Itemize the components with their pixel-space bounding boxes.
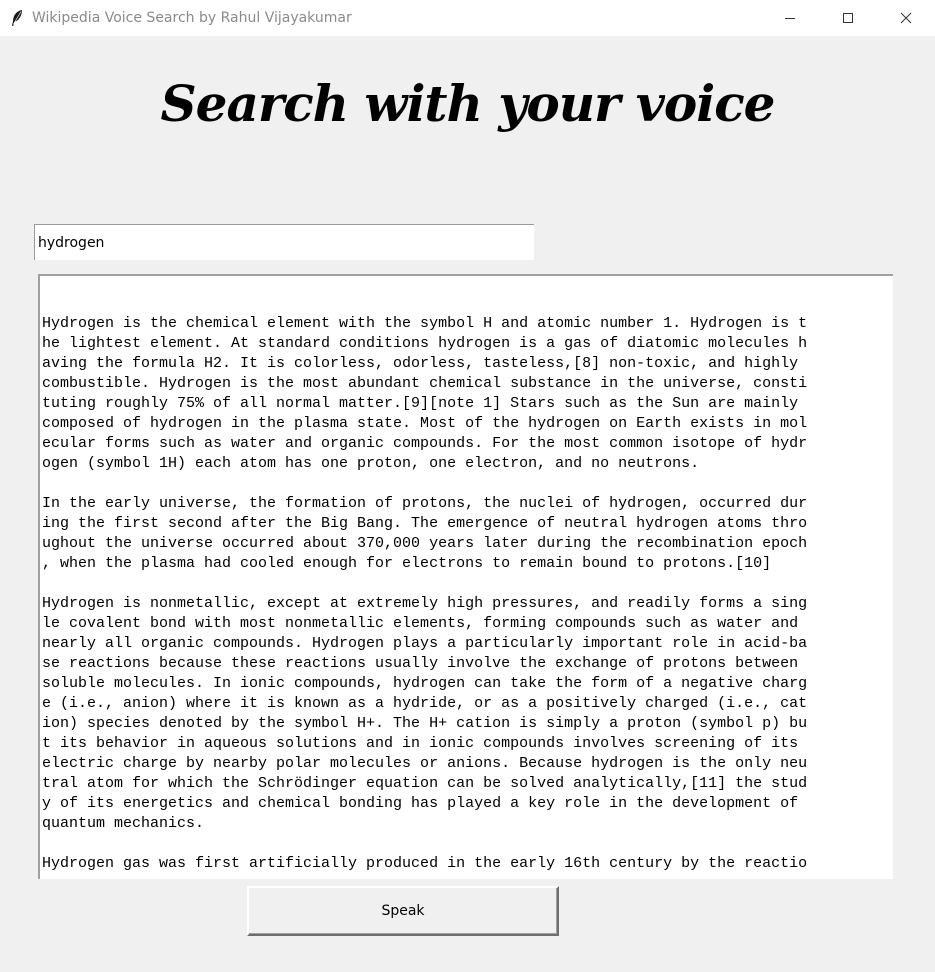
result-line: y of its energetics and chemical bonding… <box>42 795 799 812</box>
minimize-button[interactable] <box>761 0 819 36</box>
result-line: ion) species denoted by the symbol H+. T… <box>42 715 808 732</box>
result-text-area[interactable]: Hydrogen is the chemical element with th… <box>38 274 893 879</box>
result-line: , when the plasma had cooled enough for … <box>42 555 772 572</box>
close-button[interactable] <box>877 0 935 36</box>
result-text: Hydrogen is the chemical element with th… <box>42 314 892 874</box>
result-line: soluble molecules. In ionic compounds, h… <box>42 675 808 692</box>
maximize-icon <box>842 9 854 28</box>
result-line: e (i.e., anion) where it is known as a h… <box>42 695 808 712</box>
window-controls <box>761 0 935 36</box>
result-line: quantum mechanics. <box>42 815 205 832</box>
result-line: ughout the universe occurred about 370,0… <box>42 535 808 552</box>
maximize-button[interactable] <box>819 0 877 36</box>
result-line: tuting roughly 75% of all normal matter.… <box>42 395 799 412</box>
result-line: he lightest element. At standard conditi… <box>42 335 808 352</box>
result-line: nearly all organic compounds. Hydrogen p… <box>42 635 808 652</box>
result-line: Hydrogen is nonmetallic, except at extre… <box>42 595 808 612</box>
result-line: se reactions because these reactions usu… <box>42 655 799 672</box>
result-line: ing the first second after the Big Bang.… <box>42 515 808 532</box>
result-line: In the early universe, the formation of … <box>42 495 808 512</box>
result-line: aving the formula H2. It is colorless, o… <box>42 355 799 372</box>
result-line: composed of hydrogen in the plasma state… <box>42 415 808 432</box>
title-bar: Wikipedia Voice Search by Rahul Vijayaku… <box>0 0 935 36</box>
result-line: combustible. Hydrogen is the most abunda… <box>42 375 808 392</box>
result-line: Hydrogen is the chemical element with th… <box>42 315 808 332</box>
result-line: ecular forms such as water and organic c… <box>42 435 808 452</box>
page-heading: Search with your voice <box>160 74 776 133</box>
result-line: t its behavior in aqueous solutions and … <box>42 735 799 752</box>
window-title: Wikipedia Voice Search by Rahul Vijayaku… <box>32 10 352 26</box>
minimize-icon <box>784 9 796 28</box>
result-line: le covalent bond with most nonmetallic e… <box>42 615 799 632</box>
search-input[interactable] <box>34 224 534 260</box>
speak-button[interactable]: Speak <box>247 886 559 936</box>
result-line: tral atom for which the Schrödinger equa… <box>42 775 808 792</box>
close-icon <box>900 9 912 28</box>
result-line: electric charge by nearby polar molecule… <box>42 755 808 772</box>
result-line: ogen (symbol 1H) each atom has one proto… <box>42 455 700 472</box>
feather-icon <box>6 7 28 29</box>
result-line: Hydrogen gas was first artificially prod… <box>42 855 808 872</box>
